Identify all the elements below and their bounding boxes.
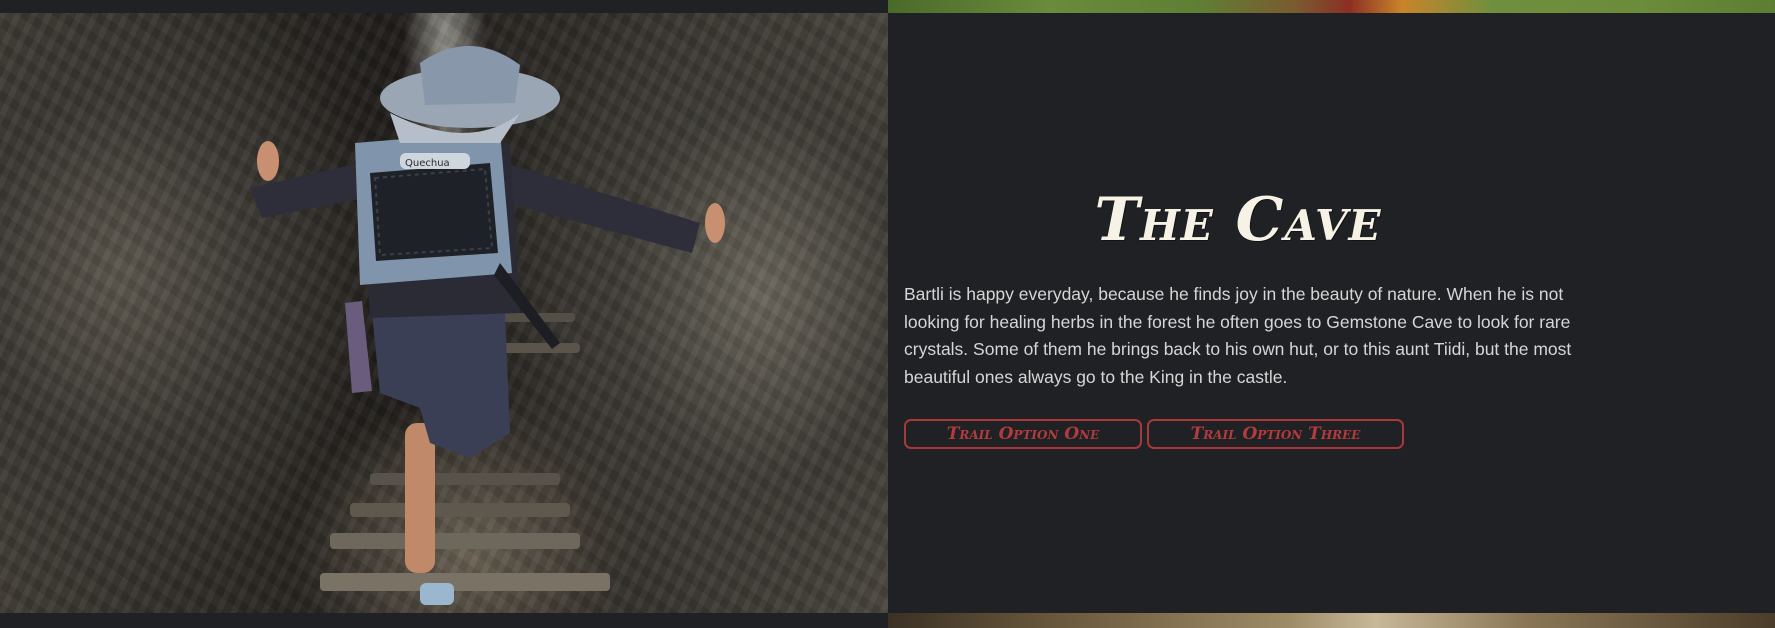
section-description: Bartli is happy everyday, because he fin… — [904, 284, 1572, 387]
next-section-strip — [0, 613, 1775, 628]
trail-option-three-button[interactable]: Trail Option Three — [1147, 419, 1404, 449]
hiker-illustration: Quechua — [250, 45, 725, 605]
trail-option-one-button[interactable]: Trail Option One — [904, 419, 1142, 449]
previous-section-photo — [888, 0, 1775, 13]
right-arm — [500, 163, 700, 253]
next-section-photo — [888, 613, 1775, 628]
section-title: The Cave — [1094, 185, 1382, 255]
backpack-brand-text: Quechua — [405, 158, 450, 169]
left-hand — [257, 141, 279, 181]
cave-hiker-photo: Quechua — [0, 13, 888, 613]
left-leg — [405, 423, 435, 573]
previous-section-text-panel — [0, 0, 888, 13]
shorts — [372, 313, 510, 458]
previous-section-strip — [0, 0, 1775, 13]
sock — [420, 583, 454, 605]
next-section-text-panel — [0, 613, 888, 628]
cave-content-panel: The Cave Bartli is happy everyday, becau… — [888, 13, 1775, 613]
bucket-hat — [380, 45, 560, 143]
trail-options: Trail Option One Trail Option Three — [904, 419, 1404, 449]
right-hand — [705, 203, 725, 243]
